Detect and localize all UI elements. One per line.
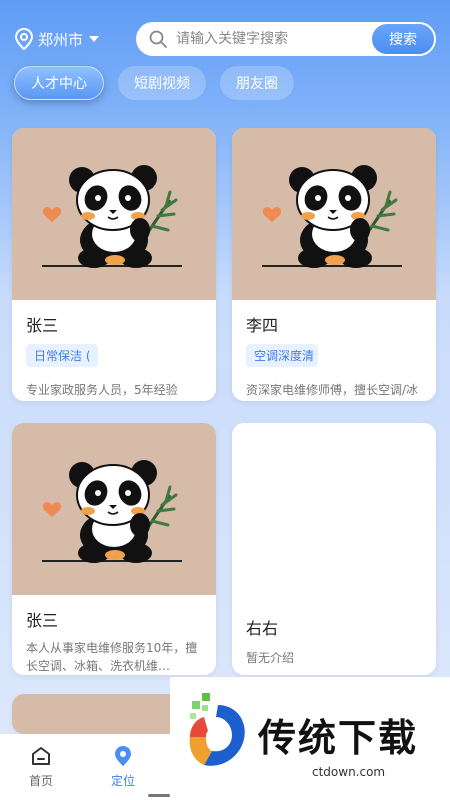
card-description: 暂无介绍: [246, 651, 295, 665]
location-icon: [115, 746, 131, 766]
card-name: 张三: [26, 316, 59, 335]
watermark-site: ctdown.com: [312, 765, 386, 779]
nav-item-location[interactable]: 定位: [82, 734, 164, 800]
talent-card[interactable]: 右右 暂无介绍: [232, 423, 436, 675]
talent-card[interactable]: 张三 日常保洁 ( 专业家政服务人员，5年经验: [12, 128, 216, 401]
nav-label: 首页: [28, 774, 53, 788]
tab-talent-center[interactable]: 人才中心: [14, 66, 104, 100]
chevron-down-icon: [89, 36, 100, 42]
search-button[interactable]: 搜索: [372, 24, 434, 54]
card-image: [12, 423, 216, 595]
card-description: 专业家政服务人员，5年经验: [26, 383, 178, 397]
card-service-tag: 日常保洁 (: [26, 344, 98, 367]
card-image: [232, 128, 436, 300]
watermark: 传统下载 ctdown.com: [170, 677, 450, 800]
panda-illustration-icon: [40, 163, 184, 270]
card-name: 右右: [246, 619, 279, 638]
tab-moments[interactable]: 朋友圈: [220, 66, 294, 100]
talent-card[interactable]: 张三 本人从事家电维修服务10年，擅长空调、冰箱、洗衣机维…: [12, 423, 216, 675]
city-label: 郑州市: [38, 30, 84, 49]
card-name: 李四: [246, 316, 279, 335]
panda-illustration-icon: [260, 163, 404, 270]
watermark-logo-icon: [189, 693, 245, 766]
category-tabs: 人才中心 短剧视频 朋友圈: [14, 66, 294, 100]
home-icon: [32, 747, 50, 765]
search-bar: 搜索: [136, 22, 436, 56]
watermark-brand: 传统下载: [258, 716, 419, 760]
search-input[interactable]: [176, 31, 356, 47]
panda-illustration-icon: [40, 458, 184, 565]
home-indicator: [148, 794, 170, 797]
location-pin-icon: [14, 28, 34, 50]
city-selector[interactable]: 郑州市: [14, 28, 100, 50]
card-image: [12, 128, 216, 300]
talent-card[interactable]: 李四 空调深度清 资深家电维修师傅，擅长空调/冰箱: [232, 128, 436, 401]
top-bar: 郑州市 搜索 人才中心 短剧视频 朋友圈: [0, 0, 450, 120]
card-description: 资深家电维修师傅，擅长空调/冰箱: [246, 383, 419, 397]
card-name: 张三: [26, 611, 59, 630]
card-service-tag: 空调深度清: [246, 344, 318, 367]
nav-label: 定位: [110, 774, 135, 788]
nav-item-home[interactable]: 首页: [0, 734, 82, 800]
search-icon: [149, 30, 167, 48]
tab-short-videos[interactable]: 短剧视频: [118, 66, 206, 100]
card-description: 本人从事家电维修服务10年，擅长空调、冰箱、洗衣机维…: [26, 641, 198, 673]
